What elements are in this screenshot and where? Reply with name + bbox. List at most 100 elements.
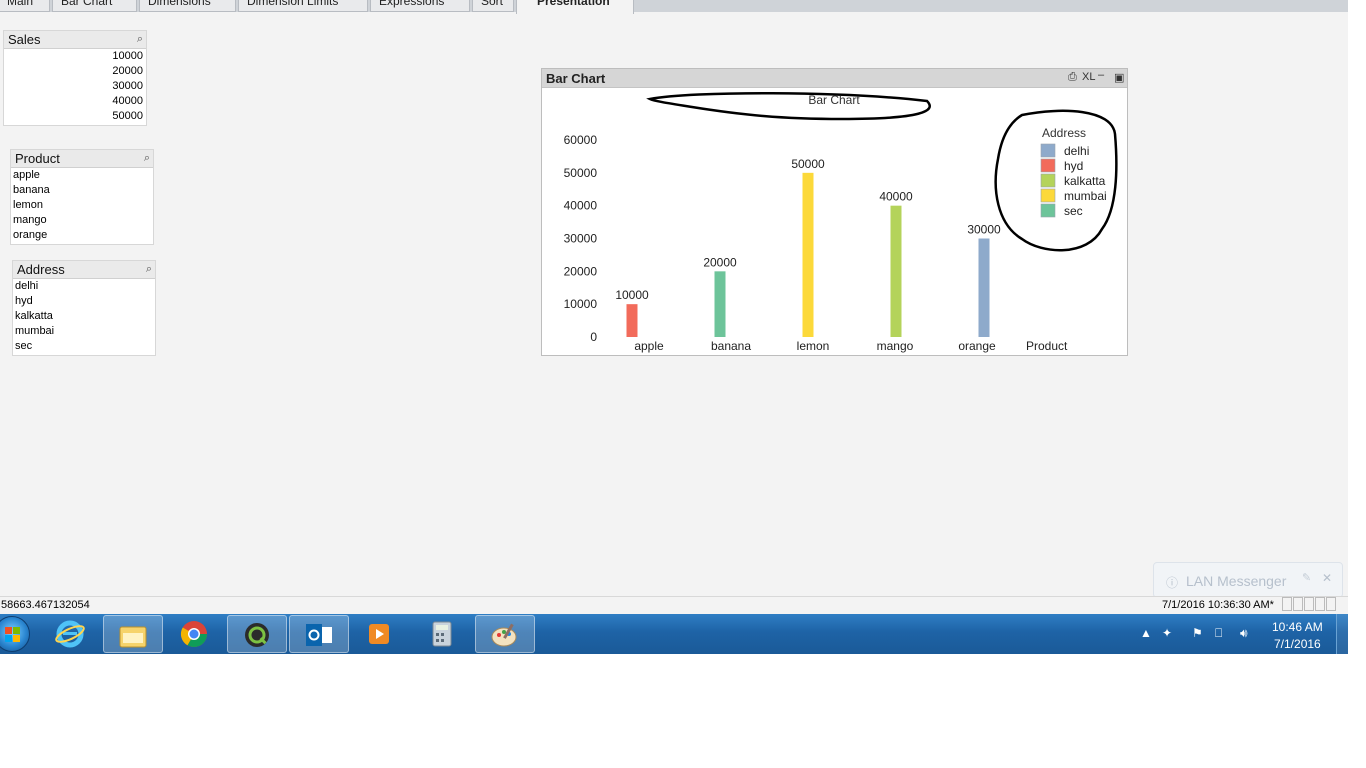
bar-series: 10000 20000 50000 40000 30000 — [615, 157, 1001, 337]
list-item[interactable]: delhi — [13, 279, 155, 294]
tab-main[interactable]: Main — [0, 0, 50, 12]
status-timestamp: 7/1/2016 10:36:30 AM* — [1162, 599, 1274, 611]
print-icon[interactable]: ⎙ — [1068, 71, 1077, 84]
tab-sort[interactable]: Sort — [472, 0, 514, 12]
search-icon[interactable]: ⌕ — [137, 33, 143, 46]
chart-caption-title: Bar Chart — [546, 71, 606, 86]
excel-export-icon[interactable]: XL — [1082, 71, 1095, 83]
taskbar-qlikview[interactable] — [227, 615, 287, 653]
list-item[interactable]: 50000 — [4, 109, 146, 124]
taskbar-calculator[interactable] — [413, 615, 473, 653]
data-label: 50000 — [791, 157, 825, 171]
list-item[interactable]: 30000 — [4, 79, 146, 94]
clock-time[interactable]: 10:46 AM — [1272, 620, 1323, 634]
tab-bar-chart[interactable]: Bar Chart — [52, 0, 137, 12]
paint-icon — [491, 623, 517, 647]
legend-swatch — [1040, 158, 1056, 173]
show-desktop-button[interactable] — [1336, 614, 1348, 654]
data-label: 40000 — [879, 190, 913, 204]
list-item[interactable]: hyd — [13, 294, 155, 309]
maximize-icon[interactable]: ▣ — [1114, 71, 1124, 84]
list-item[interactable]: sec — [13, 339, 155, 354]
product-listbox-title: Product — [15, 151, 60, 166]
legend-entry: sec — [1064, 204, 1083, 218]
legend-title: Address — [1042, 126, 1086, 140]
list-item[interactable]: mumbai — [13, 324, 155, 339]
start-button[interactable] — [0, 616, 30, 652]
list-item[interactable]: banana — [11, 183, 153, 198]
tab-dimension-limits[interactable]: Dimension Limits — [238, 0, 368, 12]
list-item[interactable]: 10000 — [4, 49, 146, 64]
network-share-icon[interactable]: ✦ — [1162, 626, 1172, 640]
address-listbox-caption: Address ⌕ — [13, 261, 155, 279]
bar-chart-plot: Bar Chart 0 10000 20000 30000 40000 50000 6000… — [564, 91, 1118, 353]
lan-messenger-notification[interactable]: ⓘ LAN Messenger ✎ ✕ — [1153, 562, 1343, 598]
taskbar-paint[interactable] — [475, 615, 535, 653]
show-hidden-icons-icon[interactable]: ▲ — [1140, 626, 1152, 640]
taskbar-media-player[interactable] — [351, 615, 411, 653]
address-listbox-title: Address — [17, 262, 65, 277]
tab-presentation[interactable]: Presentation — [516, 0, 634, 14]
tab-expressions[interactable]: Expressions — [370, 0, 470, 12]
outlook-icon — [306, 624, 332, 646]
clock-date[interactable]: 7/1/2016 — [1274, 637, 1321, 651]
lan-messenger-title: LAN Messenger — [1186, 573, 1287, 589]
legend-entry: delhi — [1064, 144, 1089, 158]
bar-apple — [626, 304, 638, 337]
legend-swatch — [1040, 188, 1056, 203]
legend-swatch — [1040, 143, 1056, 158]
list-item[interactable]: 40000 — [4, 94, 146, 109]
data-label: 10000 — [615, 288, 649, 302]
chrome-icon — [180, 621, 208, 648]
search-icon[interactable]: ⌕ — [144, 152, 150, 165]
legend-swatch — [1040, 173, 1056, 188]
action-center-flag-icon[interactable]: ⚑ — [1192, 626, 1203, 640]
list-item[interactable]: 20000 — [4, 64, 146, 79]
chart-legend: Address delhihydkalkattamumbaisec — [1040, 126, 1107, 218]
windows-logo-icon — [5, 627, 20, 642]
pin-icon[interactable]: ✎ — [1302, 571, 1311, 584]
calculator-icon — [432, 621, 452, 647]
address-listbox[interactable]: Address ⌕ delhi hyd kalkatta mumbai sec — [12, 260, 156, 356]
y-tick-label: 40000 — [564, 199, 598, 213]
taskbar-internet-explorer[interactable] — [41, 615, 101, 653]
list-item[interactable]: mango — [11, 213, 153, 228]
x-tick-label: banana — [711, 339, 751, 353]
title-annotation-scribble — [646, 91, 931, 121]
bar-chart-object[interactable]: Bar Chart ⎙ XL – ▣ Bar Chart 0 10000 20000… — [541, 68, 1128, 356]
list-item[interactable]: apple — [11, 168, 153, 183]
data-label: 30000 — [967, 223, 1001, 237]
y-axis: 0 10000 20000 30000 40000 50000 60000 — [564, 133, 598, 344]
y-tick-label: 0 — [590, 330, 597, 344]
list-item[interactable]: orange — [11, 228, 153, 243]
close-icon[interactable]: ✕ — [1322, 571, 1332, 585]
legend-entry: hyd — [1064, 159, 1083, 173]
product-listbox-caption: Product ⌕ — [11, 150, 153, 168]
minimize-icon[interactable]: – — [1098, 69, 1104, 81]
taskbar-outlook[interactable] — [289, 615, 349, 653]
file-explorer-icon — [119, 626, 147, 648]
internet-explorer-icon — [55, 620, 85, 648]
x-axis: apple banana lemon mango orange — [634, 339, 996, 353]
list-item[interactable]: kalkatta — [13, 309, 155, 324]
taskbar-chrome[interactable] — [165, 615, 225, 653]
list-item[interactable]: lemon — [11, 198, 153, 213]
taskbar-file-explorer[interactable] — [103, 615, 163, 653]
chart-title: Bar Chart — [808, 93, 860, 107]
status-bar: 58663.467132054 7/1/2016 10:36:30 AM* — [0, 596, 1348, 614]
bar-mango — [890, 205, 902, 337]
tab-dimensions[interactable]: Dimensions — [139, 0, 236, 12]
x-tick-label: orange — [958, 339, 996, 353]
y-tick-label: 50000 — [564, 166, 598, 180]
media-player-icon — [369, 624, 389, 644]
volume-icon[interactable]: 🔊︎ — [1240, 626, 1248, 641]
bar-orange — [978, 238, 990, 337]
network-icon[interactable]: ⎕ — [1215, 626, 1222, 641]
legend-entry: mumbai — [1064, 189, 1107, 203]
search-icon[interactable]: ⌕ — [146, 263, 152, 276]
y-tick-label: 60000 — [564, 133, 598, 147]
sales-listbox[interactable]: Sales ⌕ 10000 20000 30000 40000 50000 — [3, 30, 147, 126]
bar-lemon — [802, 172, 814, 337]
product-listbox[interactable]: Product ⌕ apple banana lemon mango orang… — [10, 149, 154, 245]
qlikview-icon — [245, 623, 269, 647]
